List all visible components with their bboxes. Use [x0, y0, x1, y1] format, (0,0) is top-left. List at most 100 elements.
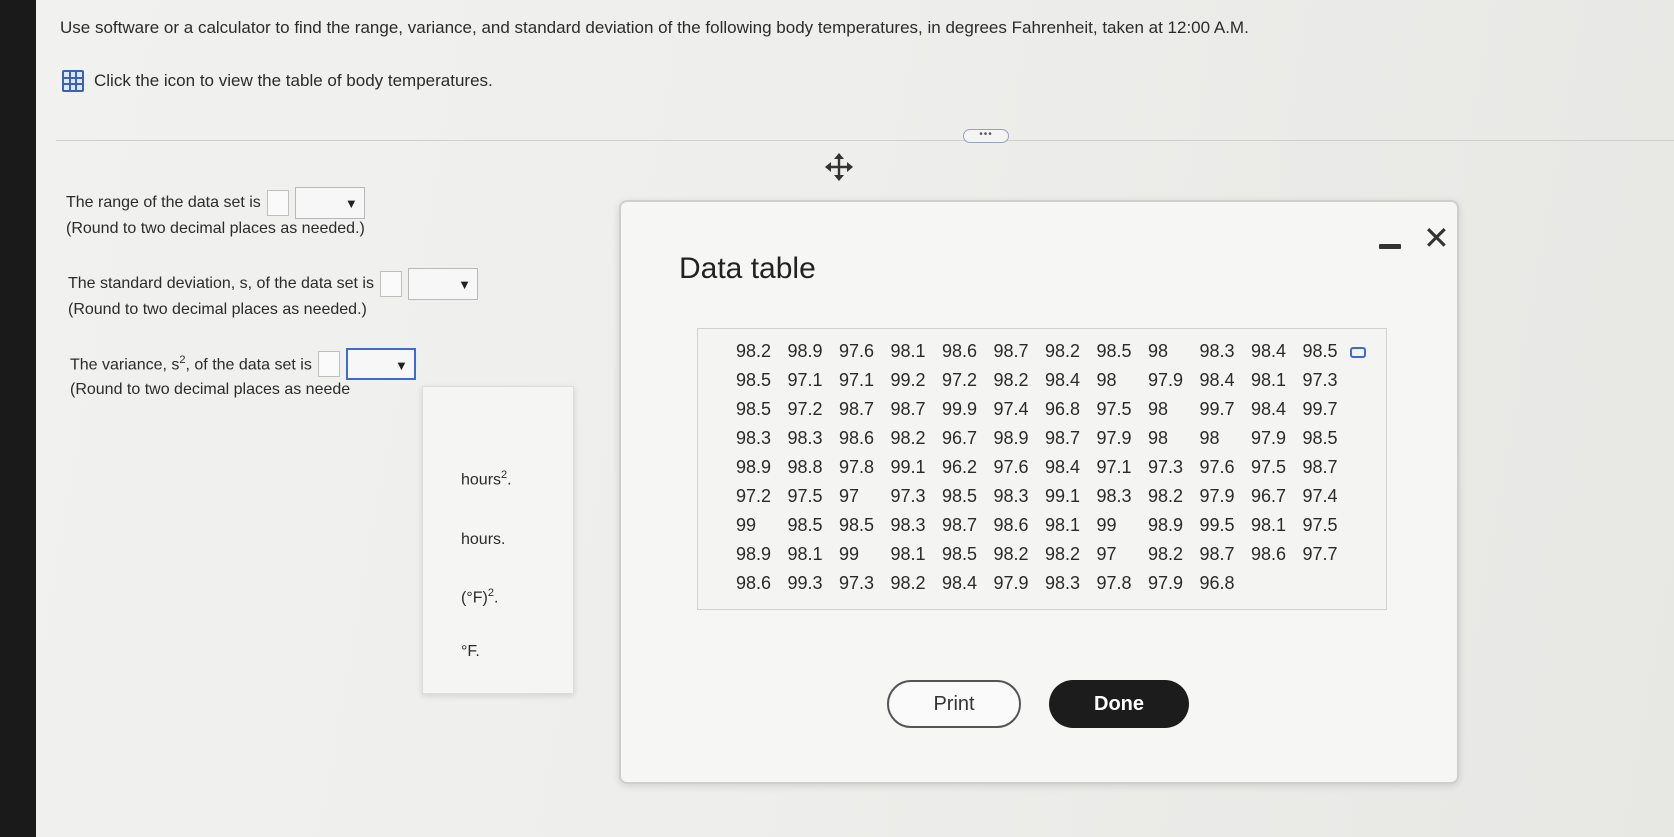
option-text: hours.	[461, 531, 506, 548]
table-cell: 98.5	[839, 515, 875, 535]
copy-icon[interactable]	[1350, 347, 1366, 358]
table-cell: 98.3	[1096, 486, 1132, 506]
table-cell: 96.8	[1045, 399, 1081, 419]
table-cell: 97	[839, 486, 860, 506]
table-cell: 96.7	[1251, 486, 1287, 506]
variance-input[interactable]	[317, 351, 340, 377]
table-cell: 98.7	[1045, 428, 1081, 448]
table-cell: 97.4	[1302, 486, 1338, 506]
table-cell: 98	[1096, 370, 1117, 390]
variance-hint: (Round to two decimal places as neede	[70, 381, 351, 398]
table-cell: 98.9	[736, 457, 772, 477]
variance-label: The variance, s2, of the data set is	[70, 354, 312, 374]
range-question: The range of the data set is ▼ (Round to…	[66, 187, 365, 238]
table-cell: 98	[1199, 428, 1220, 448]
table-cell: 97.4	[993, 399, 1029, 419]
table-cell: 99.1	[1045, 486, 1081, 506]
table-cell: 97.5	[1096, 399, 1132, 419]
table-cell: 99	[736, 515, 757, 535]
table-cell: 97.2	[787, 399, 823, 419]
table-cell: 98.5	[1302, 428, 1338, 448]
table-cell: 97.3	[1148, 457, 1184, 477]
table-cell: 98.2	[1148, 486, 1184, 506]
question-text: Use software or a calculator to find the…	[60, 18, 1249, 37]
stdev-input[interactable]	[379, 271, 402, 297]
table-cell: 98.6	[942, 341, 978, 361]
table-cell: 97.3	[839, 573, 875, 593]
range-label: The range of the data set is	[66, 194, 261, 211]
table-cell: 99.5	[1199, 515, 1235, 535]
table-cell: 98.9	[736, 544, 772, 564]
table-cell: 98.4	[1199, 370, 1235, 390]
table-cell: 98.5	[736, 399, 772, 419]
unit-option-hours[interactable]: hours.	[461, 531, 505, 549]
stdev-label: The standard deviation, s, of the data s…	[68, 275, 374, 292]
table-cell: 97.5	[1302, 515, 1338, 535]
table-cell: 98.5	[736, 370, 772, 390]
table-cell: 98.1	[1251, 370, 1287, 390]
table-cell: 98.6	[839, 428, 875, 448]
table-cell: 98.9	[1148, 515, 1184, 535]
table-cell: 98.1	[1251, 515, 1287, 535]
table-cell: 97.3	[890, 486, 926, 506]
dropdown-arrow-icon: ▼	[458, 277, 471, 292]
table-cell: 99.1	[890, 457, 926, 477]
unit-option-fahrenheit[interactable]: °F.	[461, 643, 480, 661]
range-unit-select[interactable]: ▼	[294, 187, 365, 219]
table-cell: 97.2	[942, 370, 978, 390]
table-cell: 98.2	[736, 341, 772, 361]
modal-title: Data table	[679, 252, 816, 285]
unit-option-hours-squared[interactable]: hours2.	[461, 469, 512, 489]
view-table-link[interactable]: Click the icon to view the table of body…	[62, 70, 493, 92]
table-cell: 97.9	[1148, 573, 1184, 593]
table-cell: 97.1	[1096, 457, 1132, 477]
table-icon[interactable]	[62, 70, 84, 92]
table-cell: 98.3	[736, 428, 772, 448]
table-cell: 97.6	[1199, 457, 1235, 477]
stdev-hint: (Round to two decimal places as needed.)	[68, 301, 367, 318]
table-cell: 97.5	[787, 486, 823, 506]
table-cell: 98.2	[1045, 341, 1081, 361]
table-cell: 97.1	[787, 370, 823, 390]
table-cell: 98	[1148, 341, 1169, 361]
move-icon[interactable]	[824, 152, 854, 182]
minimize-icon[interactable]	[1379, 244, 1401, 249]
table-cell: 98.4	[1045, 370, 1081, 390]
stdev-unit-select[interactable]: ▼	[407, 268, 478, 300]
table-cell: 98.9	[993, 428, 1029, 448]
table-cell: 99	[1096, 515, 1117, 535]
unit-dropdown-menu: hours2. hours. (°F)2. °F.	[422, 386, 574, 694]
table-cell: 97.7	[1302, 544, 1338, 564]
data-table-modal: Data table ✕ 98.2 98.9 97.6 98.1 98.6 98.7 98.…	[619, 200, 1459, 784]
section-divider	[56, 140, 1674, 141]
table-cell: 98.7	[1302, 457, 1338, 477]
table-cell: 99.3	[787, 573, 823, 593]
table-cell: 98.4	[1251, 341, 1287, 361]
table-cell: 97.9	[1251, 428, 1287, 448]
table-cell: 97.8	[839, 457, 875, 477]
variance-label-pre: The variance, s	[70, 356, 180, 374]
table-cell: 98.5	[787, 515, 823, 535]
range-input[interactable]	[266, 190, 289, 216]
table-cell: 98.7	[993, 341, 1029, 361]
unit-option-fahrenheit-squared[interactable]: (°F)2.	[461, 587, 498, 607]
table-cell: 97.6	[839, 341, 875, 361]
variance-unit-select[interactable]: ▼	[345, 348, 416, 380]
close-icon[interactable]: ✕	[1423, 222, 1450, 254]
data-grid: 98.2 98.9 97.6 98.1 98.6 98.7 98.2 98.5 98 98.3 98…	[736, 341, 1354, 602]
dropdown-arrow-icon: ▼	[344, 196, 358, 211]
table-cell: 98.1	[890, 544, 926, 564]
table-cell: 98.1	[890, 341, 926, 361]
table-cell: 97.9	[1148, 370, 1184, 390]
table-cell: 98.4	[1251, 399, 1287, 419]
more-options-button[interactable]: •••	[963, 129, 1009, 143]
option-text: hours	[461, 471, 502, 489]
table-cell: 98.1	[787, 544, 823, 564]
table-cell: 98.5	[1096, 341, 1132, 361]
option-tail: .	[493, 589, 499, 607]
print-button[interactable]: Print	[887, 680, 1021, 728]
table-cell: 99.2	[890, 370, 926, 390]
table-cell: 98	[1148, 399, 1169, 419]
done-button[interactable]: Done	[1049, 680, 1189, 728]
table-cell: 98	[1148, 428, 1169, 448]
